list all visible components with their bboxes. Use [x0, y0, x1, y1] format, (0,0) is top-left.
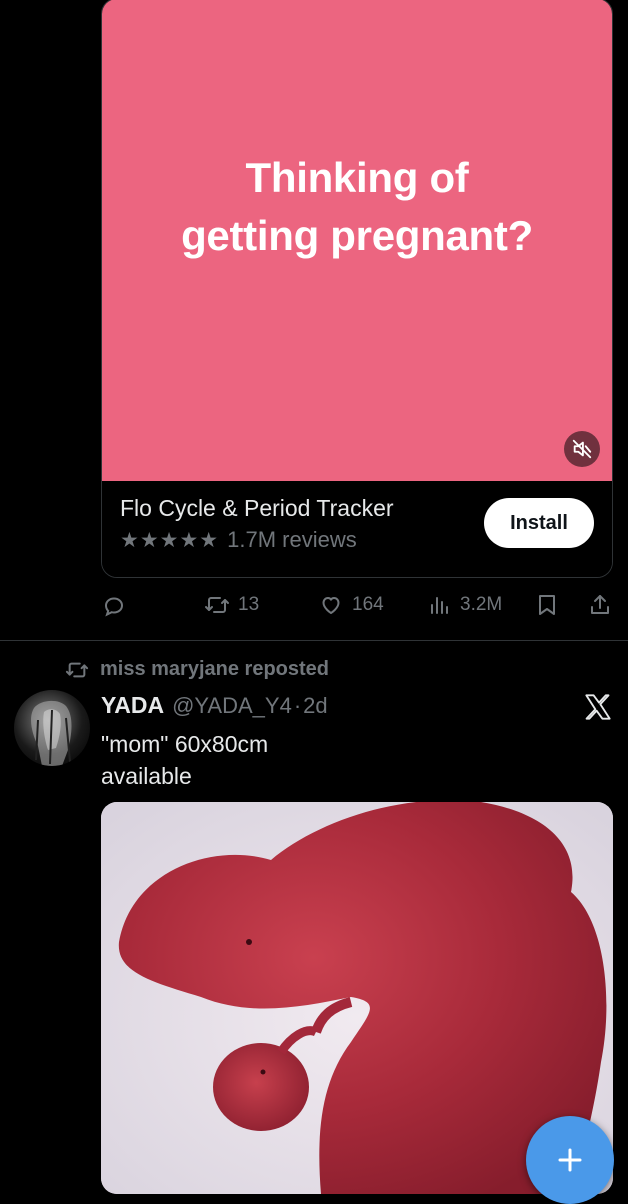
repost-count: 13 — [238, 594, 260, 615]
timeline-divider — [0, 640, 628, 641]
app-rating: ★★★★★ 1.7M reviews — [120, 527, 357, 553]
user-handle[interactable]: @YADA_Y4 — [172, 693, 292, 719]
repost-icon — [204, 593, 230, 617]
repost-banner[interactable]: miss maryjane reposted — [64, 658, 329, 681]
mute-icon — [571, 438, 593, 460]
views-button[interactable]: 3.2M — [428, 593, 502, 617]
ad-headline: Thinking of getting pregnant? — [102, 149, 612, 265]
repost-banner-text: miss maryjane reposted — [100, 658, 329, 680]
header-separator: · — [293, 693, 302, 718]
avatar[interactable] — [14, 690, 90, 766]
views-icon — [428, 593, 452, 617]
view-count: 3.2M — [460, 594, 503, 615]
like-count: 164 — [352, 594, 384, 615]
install-button[interactable]: Install — [484, 498, 594, 548]
ad-footer: Flo Cycle & Period Tracker ★★★★★ 1.7M re… — [102, 481, 612, 577]
reply-icon — [102, 594, 126, 618]
promoted-ad-card[interactable]: Thinking of getting pregnant? Flo Cycle … — [101, 0, 613, 578]
rating-stars-icon: ★★★★★ — [120, 528, 220, 552]
app-name: Flo Cycle & Period Tracker — [120, 495, 394, 521]
share-button[interactable] — [588, 593, 612, 617]
tweet-text: "mom" 60x80cm available — [101, 731, 269, 789]
review-count: 1.7M reviews — [227, 527, 357, 552]
x-logo-icon[interactable] — [584, 694, 612, 725]
mute-button[interactable] — [564, 431, 600, 467]
ad-headline-text: Thinking of getting pregnant? — [181, 154, 533, 259]
bookmark-icon — [536, 593, 558, 617]
share-icon — [588, 593, 612, 617]
like-button[interactable]: 164 — [318, 593, 384, 617]
plus-icon — [555, 1145, 585, 1175]
display-name[interactable]: YADA — [101, 692, 164, 719]
repost-button[interactable]: 13 — [204, 593, 259, 617]
bookmark-button[interactable] — [536, 593, 558, 617]
compose-button[interactable] — [526, 1116, 614, 1204]
reply-button[interactable] — [102, 594, 126, 618]
ad-video[interactable]: Thinking of getting pregnant? — [102, 0, 612, 481]
tweet-header: YADA @YADA_Y4 · 2d — [101, 692, 328, 719]
repost-icon — [64, 659, 90, 681]
like-icon — [318, 593, 344, 617]
tweet-time[interactable]: 2d — [303, 693, 327, 719]
